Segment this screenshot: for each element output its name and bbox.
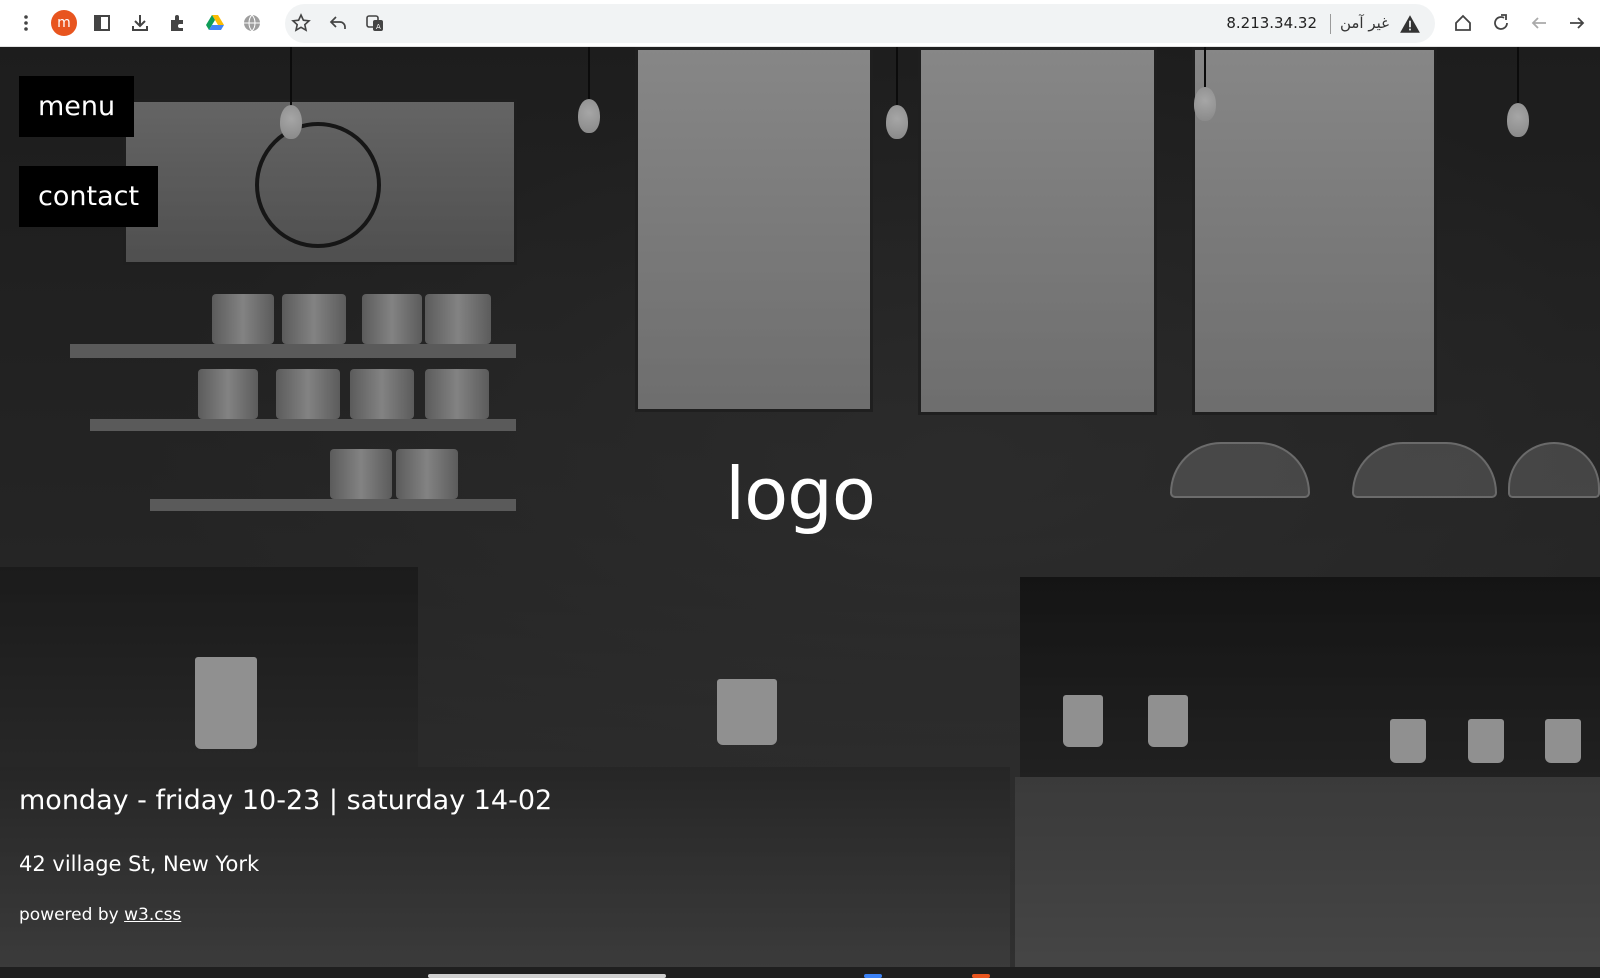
extensions-icon[interactable]: [162, 8, 192, 38]
download-icon[interactable]: [125, 8, 155, 38]
more-vert-icon[interactable]: [11, 8, 41, 38]
taskbar-edge: [0, 967, 1600, 978]
svg-text:A: A: [376, 23, 381, 31]
taskbar-app-icon[interactable]: [972, 974, 990, 978]
share-icon[interactable]: [323, 8, 353, 38]
profile-avatar[interactable]: m: [51, 10, 77, 36]
address-url[interactable]: 8.213.34.32: [1226, 14, 1317, 32]
google-drive-icon[interactable]: [200, 8, 230, 38]
site-logo: logo: [725, 452, 876, 536]
contact-button[interactable]: contact: [19, 166, 159, 227]
taskbar-app-icon[interactable]: [864, 974, 882, 978]
address: 42 village St, New York: [19, 852, 260, 876]
globe-icon[interactable]: [237, 8, 267, 38]
hero-background: menu contact logo monday - friday 10-23 …: [0, 47, 1600, 967]
menu-button[interactable]: menu: [19, 76, 135, 137]
browser-toolbar: m A 8.213.34.32 غير آمن: [0, 0, 1600, 47]
home-icon[interactable]: [1448, 8, 1478, 38]
profile-initial: m: [57, 15, 71, 31]
translate-icon[interactable]: A: [360, 8, 390, 38]
taskbar-item-indicator[interactable]: [428, 974, 666, 978]
address-bar[interactable]: A 8.213.34.32 غير آمن: [285, 4, 1435, 43]
warning-icon[interactable]: [1399, 13, 1421, 35]
sidebar-icon[interactable]: [87, 8, 117, 38]
powered-by: powered by w3.css: [19, 905, 181, 925]
star-icon[interactable]: [286, 8, 316, 38]
powered-by-prefix: powered by: [19, 905, 125, 925]
opening-hours: monday - friday 10-23 | saturday 14-02: [19, 785, 553, 816]
reload-icon[interactable]: [1486, 8, 1516, 38]
forward-icon[interactable]: [1562, 8, 1592, 38]
security-label[interactable]: غير آمن: [1340, 14, 1389, 32]
w3css-link[interactable]: w3.css: [124, 905, 181, 925]
back-icon[interactable]: [1524, 8, 1554, 38]
address-separator: [1330, 14, 1331, 34]
